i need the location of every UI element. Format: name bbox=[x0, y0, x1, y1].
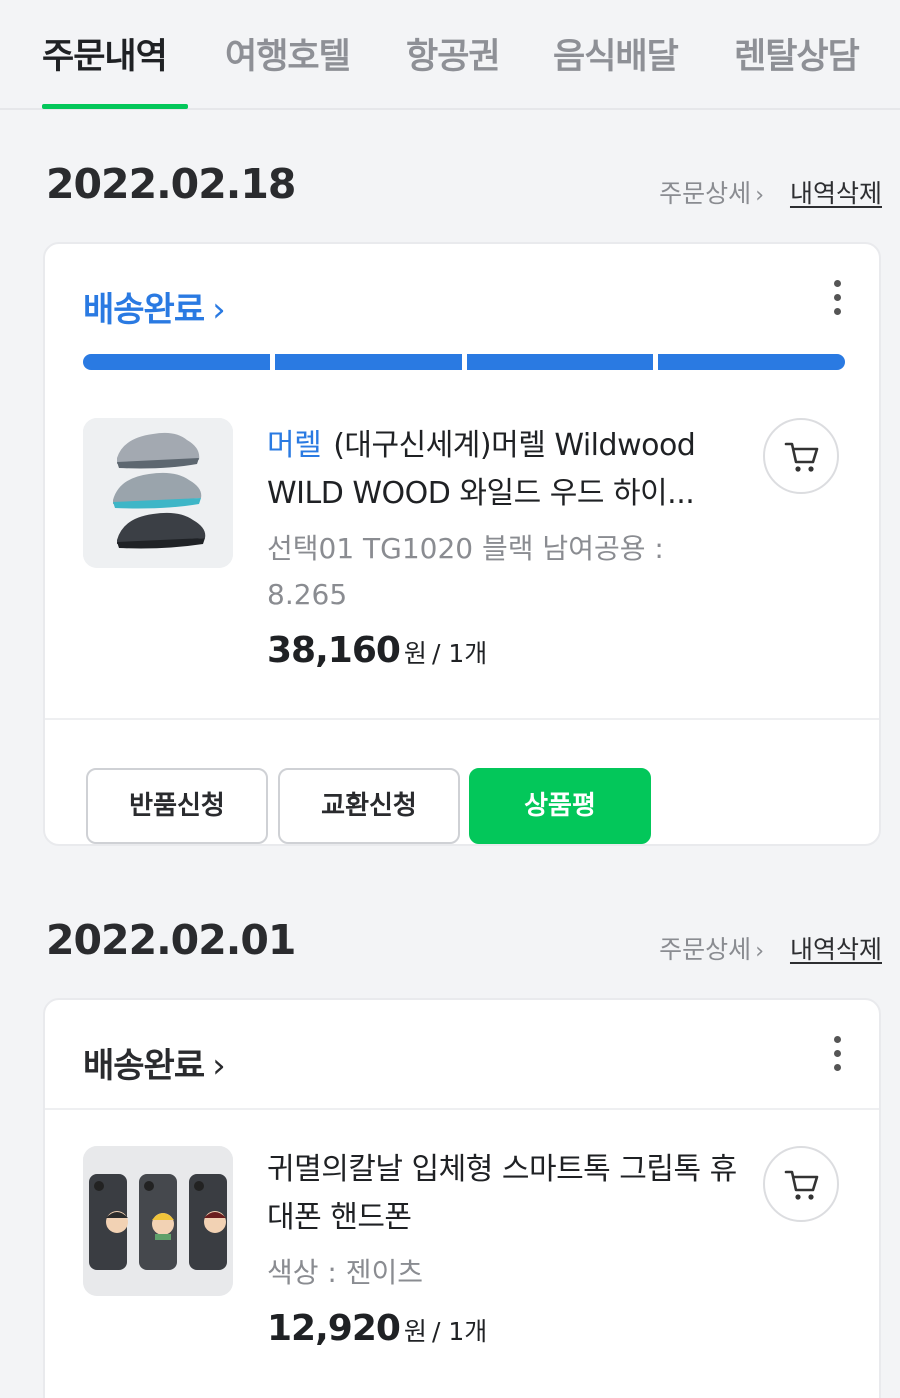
add-to-cart-button[interactable] bbox=[763, 418, 839, 494]
chevron-right-icon: › bbox=[212, 290, 226, 330]
delivery-status-label: 배송완료 bbox=[83, 1046, 205, 1086]
delivery-status-label: 배송완료 bbox=[83, 290, 205, 330]
order-history-page: 주문내역 여행호텔 항공권 음식배달 렌탈상담 2022.02.18 주문상세 ›… bbox=[0, 0, 900, 1398]
order-detail-label: 주문상세 bbox=[659, 179, 752, 208]
order-date: 2022.02.01 bbox=[46, 916, 296, 964]
order-detail-link[interactable]: 주문상세 › bbox=[659, 930, 764, 966]
price-currency: 원 bbox=[403, 1317, 427, 1346]
order-card: 배송완료 › 귀멸의칼날 입체형 스마트톡 그립톡 휴대폰 핸드폰 색상: 젠… bbox=[43, 998, 881, 1398]
product-option: 선택01 TG1020 블랙 남여공용 : 8.265 bbox=[267, 532, 664, 611]
progress-segment bbox=[83, 354, 270, 370]
more-options-icon[interactable] bbox=[829, 1036, 845, 1074]
tab-food-delivery[interactable]: 음식배달 bbox=[553, 28, 679, 79]
tab-flights[interactable]: 항공권 bbox=[406, 28, 501, 79]
delete-history-link[interactable]: 내역삭제 bbox=[790, 174, 882, 210]
order-date-row: 2022.02.01 주문상세 › 내역삭제 bbox=[46, 916, 882, 976]
shoe-image bbox=[83, 418, 233, 568]
product-info: 머렐 (대구신세계)머렐 Wildwood WILD WOOD 와일드 우드 하이… bbox=[267, 422, 737, 671]
add-to-cart-button[interactable] bbox=[763, 1146, 839, 1222]
product-thumbnail[interactable] bbox=[83, 418, 233, 568]
order-date: 2022.02.18 bbox=[46, 160, 296, 208]
product-price: 12,920 원 / 1개 bbox=[267, 1308, 737, 1349]
category-tabs: 주문내역 여행호텔 항공권 음식배달 렌탈상담 bbox=[0, 0, 900, 110]
price-currency: 원 bbox=[403, 639, 427, 668]
phone-grip-image bbox=[83, 1146, 233, 1296]
order-detail-label: 주문상세 bbox=[659, 935, 752, 964]
order-card: 배송완료 › 머렐 (대구신세계)머렐 Wildwood WILD WOOD 와일드… bbox=[43, 242, 881, 846]
delivery-status-link[interactable]: 배송완료 › bbox=[83, 1038, 226, 1087]
cart-icon bbox=[784, 442, 819, 472]
delivery-progress-bar bbox=[83, 354, 845, 370]
product-title[interactable]: 머렐 (대구신세계)머렐 Wildwood WILD WOOD 와일드 우드 하이… bbox=[267, 422, 737, 518]
product-quantity: / 1개 bbox=[432, 639, 488, 668]
active-tab-indicator bbox=[42, 104, 188, 109]
price-amount: 12,920 bbox=[267, 1308, 401, 1349]
product-price: 38,160 원 / 1개 bbox=[267, 630, 737, 671]
chevron-right-icon: › bbox=[755, 183, 764, 208]
product-info: 귀멸의칼날 입체형 스마트톡 그립톡 휴대폰 핸드폰 색상 : 젠이츠 12,9… bbox=[267, 1146, 737, 1349]
price-amount: 38,160 bbox=[267, 630, 401, 671]
progress-segment bbox=[466, 354, 654, 370]
product-title[interactable]: 귀멸의칼날 입체형 스마트톡 그립톡 휴대폰 핸드폰 bbox=[267, 1146, 737, 1242]
return-request-button[interactable]: 반품신청 bbox=[86, 768, 268, 844]
more-options-icon[interactable] bbox=[829, 280, 845, 318]
progress-segment bbox=[658, 354, 845, 370]
tab-rental-consult[interactable]: 렌탈상담 bbox=[734, 28, 860, 79]
progress-segment bbox=[274, 354, 462, 370]
product-quantity: / 1개 bbox=[432, 1317, 488, 1346]
tab-orders[interactable]: 주문내역 bbox=[42, 28, 168, 79]
exchange-request-button[interactable]: 교환신청 bbox=[278, 768, 460, 844]
product-thumbnail[interactable] bbox=[83, 1146, 233, 1296]
delete-history-link[interactable]: 내역삭제 bbox=[790, 930, 882, 966]
product-name: (대구신세계)머렐 Wildwood WILD WOOD 와일드 우드 하이..… bbox=[267, 428, 696, 511]
product-review-button[interactable]: 상품평 bbox=[469, 768, 651, 844]
card-divider bbox=[45, 1108, 879, 1110]
cart-icon bbox=[784, 1170, 819, 1200]
tab-travel-hotel[interactable]: 여행호텔 bbox=[225, 28, 351, 79]
chevron-right-icon: › bbox=[212, 1046, 226, 1086]
order-detail-link[interactable]: 주문상세 › bbox=[659, 174, 764, 210]
card-divider bbox=[45, 718, 879, 720]
order-date-row: 2022.02.18 주문상세 › 내역삭제 bbox=[46, 160, 882, 220]
chevron-right-icon: › bbox=[755, 939, 764, 964]
delivery-status-link[interactable]: 배송완료 › bbox=[83, 282, 226, 331]
product-option: 색상 : 젠이츠 bbox=[267, 1256, 424, 1289]
product-brand: 머렐 bbox=[267, 428, 322, 463]
